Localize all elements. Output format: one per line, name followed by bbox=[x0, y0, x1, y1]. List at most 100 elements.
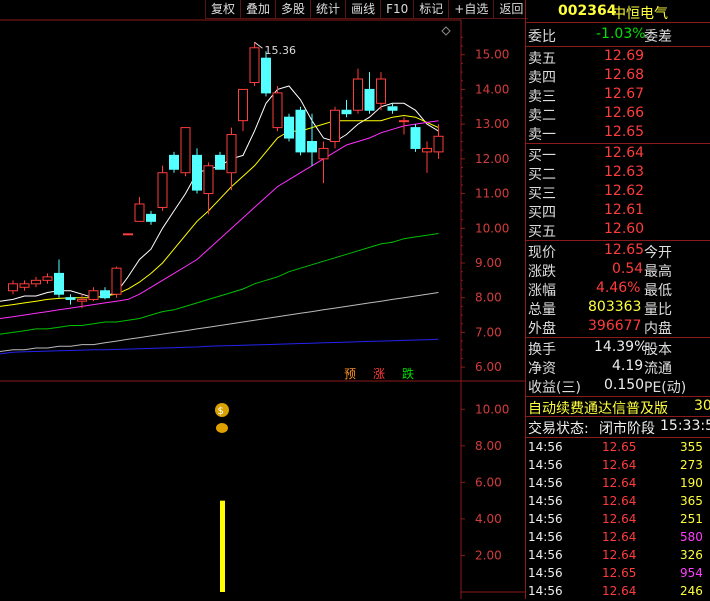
candle-body bbox=[146, 213, 156, 222]
toolbar-f10-button[interactable]: F10 bbox=[380, 0, 414, 19]
stock-header: 002364 中恒电气 bbox=[526, 0, 710, 23]
stat-label: 涨跌 bbox=[528, 264, 556, 280]
candle-up bbox=[226, 127, 237, 191]
bid-row[interactable]: 买二 12.63 bbox=[526, 163, 710, 183]
candle-down bbox=[192, 148, 202, 194]
candle-down bbox=[341, 99, 352, 118]
candle-up bbox=[249, 42, 260, 86]
candle-body bbox=[364, 88, 375, 111]
candles-group bbox=[8, 42, 444, 309]
trade-volume: 365 bbox=[680, 494, 703, 508]
trade-time: 14:56 bbox=[528, 476, 563, 490]
kline-chart[interactable]: 15.00 14.00 13.00 12.00 11.00 10.00 9.00 8.00 7.… bbox=[0, 0, 525, 599]
candle-up bbox=[238, 88, 248, 132]
toolbar-fuquan-button[interactable]: 复权 bbox=[205, 0, 241, 19]
stat-row: 总量 803363 量比 bbox=[526, 298, 710, 318]
bid-row[interactable]: 买一 12.64 bbox=[526, 144, 710, 164]
trade-volume: 355 bbox=[680, 440, 703, 454]
stat-label: 换手 bbox=[528, 342, 556, 358]
ask-row[interactable]: 卖五 12.69 bbox=[526, 47, 710, 67]
price-tick-label: 12.00 bbox=[475, 152, 509, 166]
candle-down bbox=[54, 259, 64, 298]
candle-body bbox=[180, 127, 191, 174]
ma20-line bbox=[0, 120, 439, 319]
stat-label: 收益(三) bbox=[528, 380, 581, 396]
candle-down bbox=[364, 72, 375, 114]
volume-tick-label: 4.00 bbox=[475, 512, 502, 526]
candle-up bbox=[157, 165, 168, 211]
trade-price: 12.64 bbox=[602, 512, 637, 526]
bid-row[interactable]: 买三 12.62 bbox=[526, 182, 710, 202]
candle-body bbox=[249, 47, 260, 83]
ask-row[interactable]: 卖一 12.65 bbox=[526, 123, 710, 143]
stat-value: 14.39% bbox=[594, 339, 648, 355]
weibi-value: -1.03% bbox=[596, 26, 646, 42]
stat-label: 总量 bbox=[528, 302, 556, 318]
stock-code: 002364 bbox=[558, 3, 617, 19]
promo-text: 自动续费通达信普及版 bbox=[528, 401, 668, 417]
candle-body bbox=[215, 154, 225, 170]
stat-right-label: PE(动) bbox=[644, 380, 687, 396]
stat-value: 803363 bbox=[588, 299, 642, 315]
high-price-label: 15.36 bbox=[265, 44, 297, 57]
candle-up bbox=[19, 280, 30, 291]
candle-body bbox=[272, 92, 283, 129]
stat-label: 净资 bbox=[528, 361, 556, 377]
ask-row[interactable]: 卖三 12.67 bbox=[526, 85, 710, 105]
candle-body bbox=[65, 297, 76, 300]
toolbar-back-button[interactable]: 返回 bbox=[493, 0, 529, 19]
promo-number: 30 bbox=[694, 398, 710, 414]
toolbar-overlay-button[interactable]: 叠加 bbox=[240, 0, 276, 19]
candle-up bbox=[272, 85, 283, 132]
ask-price: 12.69 bbox=[604, 48, 645, 64]
trade-row: 14:56 12.65 954 bbox=[526, 564, 710, 583]
promo-banner[interactable]: 自动续费通达信普及版 30 bbox=[526, 397, 710, 417]
toolbar-draw-button[interactable]: 画线 bbox=[345, 0, 381, 19]
ask-price: 12.66 bbox=[604, 105, 645, 121]
stat-right-label: 最高 bbox=[644, 264, 672, 280]
candle-down bbox=[100, 287, 110, 300]
toolbar-mark-button[interactable]: 标记 bbox=[413, 0, 449, 19]
toolbar-multi-stock-button[interactable]: 多股 bbox=[275, 0, 311, 19]
toolbar-add-watchlist-button[interactable]: +自选 bbox=[448, 0, 494, 19]
trade-price: 12.64 bbox=[602, 476, 637, 490]
status-time: 15:33:5 bbox=[660, 418, 710, 434]
ask-label: 卖一 bbox=[528, 127, 556, 143]
candle-body bbox=[318, 147, 329, 160]
bid-label: 买三 bbox=[528, 186, 556, 202]
trade-price: 12.64 bbox=[602, 458, 637, 472]
price-tick-label: 15.00 bbox=[475, 48, 509, 62]
bid-row[interactable]: 买五 12.60 bbox=[526, 220, 710, 240]
ma120-line bbox=[0, 292, 439, 352]
candle-body bbox=[341, 109, 352, 115]
trade-time: 14:56 bbox=[528, 440, 563, 454]
price-tick-label: 8.00 bbox=[475, 291, 502, 305]
candle-body bbox=[387, 106, 398, 111]
ask-label: 卖五 bbox=[528, 51, 556, 67]
bid-price: 12.63 bbox=[604, 164, 645, 180]
kline-chart-area[interactable]: 15.00 14.00 13.00 12.00 11.00 10.00 9.00 8.00 7.… bbox=[0, 0, 529, 599]
candle-body bbox=[77, 298, 87, 302]
stat-right-label: 最低 bbox=[644, 283, 672, 299]
status-value: 闭市阶段 bbox=[599, 421, 655, 437]
ask-row[interactable]: 卖二 12.66 bbox=[526, 104, 710, 124]
candle-body bbox=[433, 135, 444, 153]
trade-time: 14:56 bbox=[528, 512, 563, 526]
candle-body bbox=[261, 57, 271, 94]
trade-time: 14:56 bbox=[528, 458, 563, 472]
trade-time: 14:56 bbox=[528, 584, 563, 598]
status-label: 交易状态: bbox=[528, 421, 589, 437]
ask-row[interactable]: 卖四 12.68 bbox=[526, 66, 710, 86]
candle-body bbox=[192, 154, 202, 191]
candle-body bbox=[330, 109, 340, 142]
candle-up bbox=[422, 141, 432, 173]
candle-body bbox=[295, 109, 306, 153]
stat-row: 换手 14.39% 股本 bbox=[526, 338, 710, 358]
candle-up bbox=[88, 287, 99, 302]
toolbar-stats-button[interactable]: 统计 bbox=[310, 0, 346, 19]
bid-row[interactable]: 买四 12.61 bbox=[526, 201, 710, 221]
stat-value: 4.46% bbox=[596, 280, 641, 296]
trade-row: 14:56 12.65 355 bbox=[526, 438, 710, 457]
gold-coin-icon bbox=[216, 423, 228, 433]
candle-down bbox=[146, 210, 156, 225]
